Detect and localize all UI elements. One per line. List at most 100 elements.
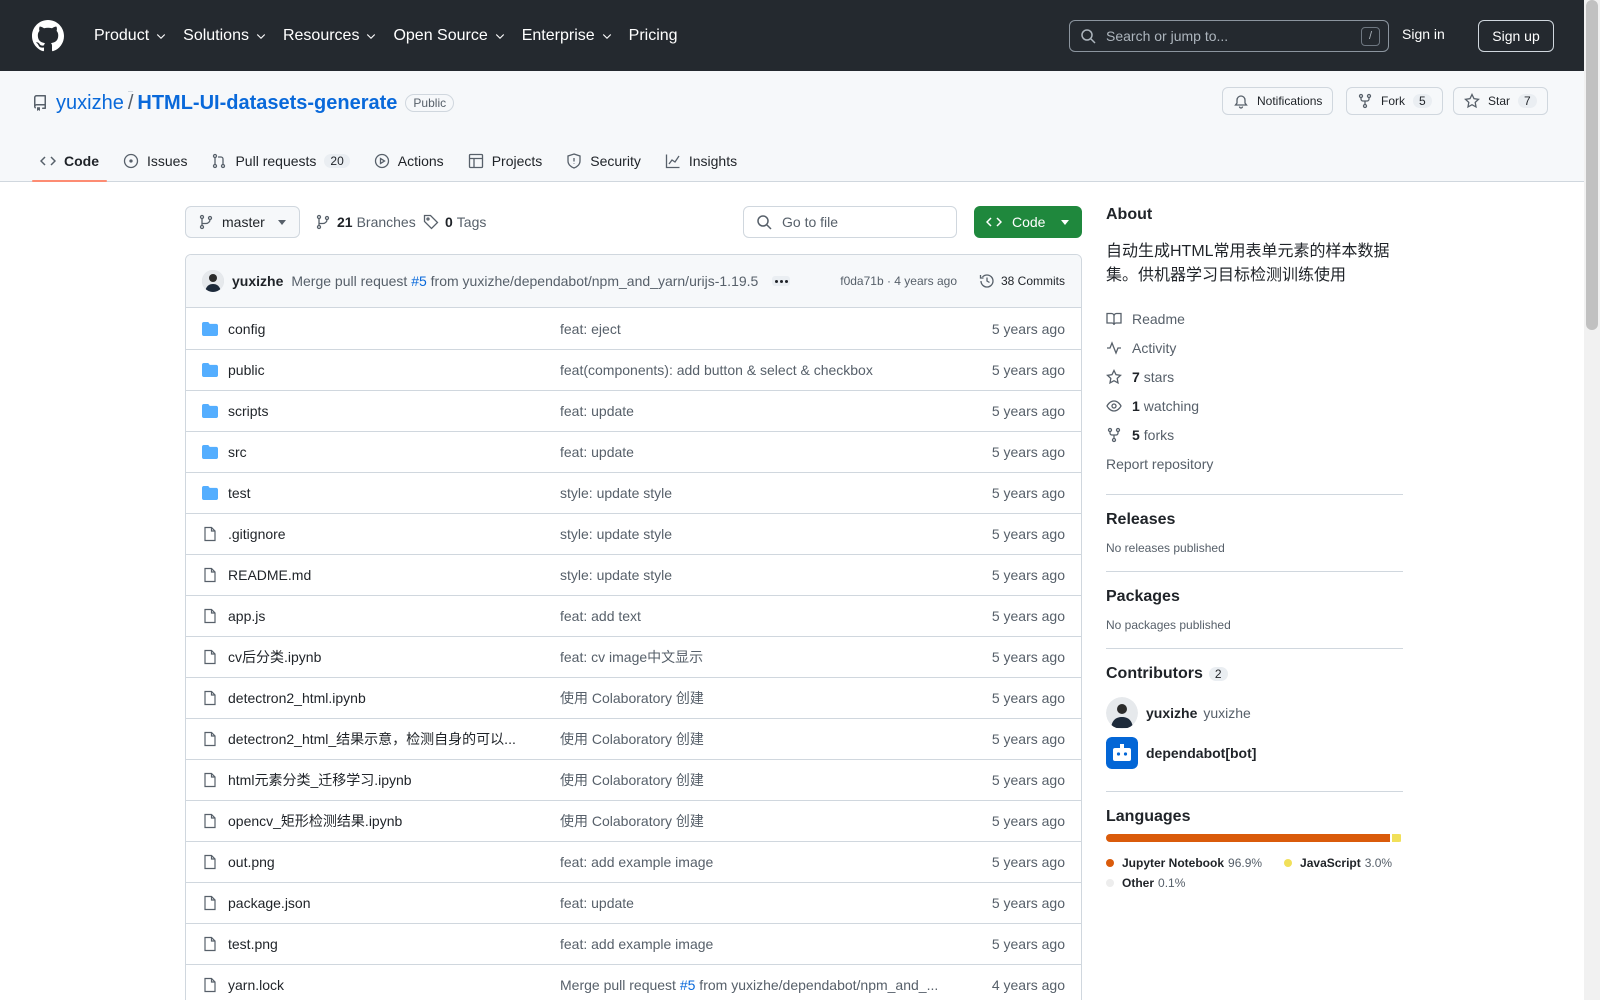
fork-button[interactable]: Fork 5 xyxy=(1346,87,1443,115)
nav-enterprise[interactable]: Enterprise xyxy=(514,16,621,56)
file-name-link[interactable]: out.png xyxy=(228,854,568,870)
tab-issues[interactable]: Issues xyxy=(115,141,195,181)
file-commit-message[interactable]: feat: update xyxy=(560,895,948,911)
file-name-link[interactable]: detectron2_html.ipynb xyxy=(228,690,568,706)
nav-product[interactable]: Product xyxy=(86,16,175,56)
sign-up-button[interactable]: Sign up xyxy=(1478,20,1554,52)
file-commit-message[interactable]: feat: cv image中文显示 xyxy=(560,647,948,667)
commit-pr-link[interactable]: #5 xyxy=(411,273,427,289)
file-commit-message[interactable]: feat: eject xyxy=(560,321,948,337)
commits-history-link[interactable]: 38 Commits xyxy=(979,273,1065,289)
language-item[interactable]: JavaScript 3.0% xyxy=(1284,856,1392,870)
file-row[interactable]: html元素分类_迁移学习.ipynb 使用 Colaboratory 创建 5 y… xyxy=(186,759,1081,800)
tab-code[interactable]: Code xyxy=(32,141,107,182)
file-row[interactable]: test style: update style 5 years ago xyxy=(186,472,1081,513)
avatar[interactable] xyxy=(202,270,224,292)
github-logo-icon[interactable] xyxy=(32,19,64,52)
file-row[interactable]: package.json feat: update 5 years ago xyxy=(186,882,1081,923)
tab-actions[interactable]: Actions xyxy=(366,141,452,181)
file-commit-message[interactable]: feat: update xyxy=(560,444,948,460)
language-item[interactable]: Jupyter Notebook 96.9% xyxy=(1106,856,1262,870)
branch-selector[interactable]: master xyxy=(185,206,300,238)
file-commit-message[interactable]: 使用 Colaboratory 创建 xyxy=(560,770,948,790)
file-name-link[interactable]: scripts xyxy=(228,403,568,419)
file-name-link[interactable]: opencv_矩形检测结果.ipynb xyxy=(228,811,568,831)
file-name-link[interactable]: html元素分类_迁移学习.ipynb xyxy=(228,770,568,790)
file-name-link[interactable]: README.md xyxy=(228,567,568,583)
file-row[interactable]: detectron2_html.ipynb 使用 Colaboratory 创建 5… xyxy=(186,677,1081,718)
stars-link[interactable]: 7 stars xyxy=(1106,362,1403,391)
file-name-link[interactable]: src xyxy=(228,444,568,460)
file-commit-message[interactable]: feat: add example image xyxy=(560,936,948,952)
releases-heading[interactable]: Releases xyxy=(1106,511,1403,529)
file-commit-message[interactable]: 使用 Colaboratory 创建 xyxy=(560,688,948,708)
nav-resources[interactable]: Resources xyxy=(275,16,385,56)
file-row[interactable]: cv后分类.ipynb feat: cv image中文显示 5 years ago xyxy=(186,636,1081,677)
commit-message[interactable]: Merge pull request #5 from yuxizhe/depen… xyxy=(291,273,758,289)
file-row[interactable]: public feat(components): add button & sel… xyxy=(186,349,1081,390)
file-name-link[interactable]: app.js xyxy=(228,608,568,624)
file-name-link[interactable]: test xyxy=(228,485,568,501)
file-name-link[interactable]: config xyxy=(228,321,568,337)
commit-pr-link[interactable]: #5 xyxy=(680,977,696,993)
tab-insights[interactable]: Insights xyxy=(657,141,745,181)
file-name-link[interactable]: package.json xyxy=(228,895,568,911)
sign-in-link[interactable]: Sign in xyxy=(1402,26,1445,42)
go-to-file-input[interactable]: Go to file xyxy=(743,206,957,238)
file-commit-message[interactable]: style: update style xyxy=(560,526,948,542)
tags-link[interactable]: 0 Tags xyxy=(423,214,486,230)
file-name-link[interactable]: .gitignore xyxy=(228,526,568,542)
nav-open-source[interactable]: Open Source xyxy=(385,16,513,56)
file-row[interactable]: out.png feat: add example image 5 years ag… xyxy=(186,841,1081,882)
file-row[interactable]: .gitignore style: update style 5 years ago xyxy=(186,513,1081,554)
repo-name-link[interactable]: HTML-UI-datasets-generate xyxy=(137,92,397,115)
file-commit-message[interactable]: 使用 Colaboratory 创建 xyxy=(560,811,948,831)
scrollbar[interactable] xyxy=(1584,0,1600,1000)
nav-pricing[interactable]: Pricing xyxy=(621,16,686,56)
nav-solutions[interactable]: Solutions xyxy=(175,16,275,56)
file-commit-message[interactable]: feat: add text xyxy=(560,608,948,624)
packages-heading[interactable]: Packages xyxy=(1106,588,1403,606)
readme-link[interactable]: Readme xyxy=(1106,304,1403,333)
global-search-input[interactable]: Search or jump to... / xyxy=(1069,20,1389,52)
file-row[interactable]: detectron2_html_结果示意，检测自身的可以... 使用 Colabo… xyxy=(186,718,1081,759)
branches-link[interactable]: 21 Branches xyxy=(315,214,416,230)
file-commit-message[interactable]: Merge pull request #5 from yuxizhe/depen… xyxy=(560,977,948,993)
watching-link[interactable]: 1 watching xyxy=(1106,391,1403,420)
file-commit-message[interactable]: 使用 Colaboratory 创建 xyxy=(560,729,948,749)
language-item[interactable]: Other 0.1% xyxy=(1106,876,1185,890)
scrollbar-thumb[interactable] xyxy=(1586,0,1598,330)
contributors-heading[interactable]: Contributors 2 xyxy=(1106,665,1403,683)
file-name-link[interactable]: public xyxy=(228,362,568,378)
file-name-link[interactable]: yarn.lock xyxy=(228,977,568,993)
forks-link[interactable]: 5 forks xyxy=(1106,420,1403,449)
activity-link[interactable]: Activity xyxy=(1106,333,1403,362)
commit-expand-button[interactable] xyxy=(772,276,791,286)
file-row[interactable]: scripts feat: update 5 years ago xyxy=(186,390,1081,431)
star-button[interactable]: Star 7 xyxy=(1453,87,1548,115)
file-commit-message[interactable]: style: update style xyxy=(560,567,948,583)
tab-pull-requests[interactable]: Pull requests 20 xyxy=(203,141,357,181)
contributor-item[interactable]: yuxizhe yuxizhe xyxy=(1106,697,1403,729)
file-row[interactable]: test.png feat: add example image 5 years a… xyxy=(186,923,1081,964)
tab-projects[interactable]: Projects xyxy=(460,141,551,181)
file-name-link[interactable]: test.png xyxy=(228,936,568,952)
commit-author[interactable]: yuxizhe xyxy=(232,273,283,289)
repo-owner-link[interactable]: yuxizhe xyxy=(56,92,124,115)
file-row[interactable]: yarn.lock Merge pull request #5 from yuxi… xyxy=(186,964,1081,1000)
file-commit-message[interactable]: feat: add example image xyxy=(560,854,948,870)
notifications-button[interactable]: Notifications xyxy=(1222,87,1334,115)
tab-security[interactable]: Security xyxy=(558,141,649,181)
report-repository-link[interactable]: Report repository xyxy=(1106,449,1403,478)
contributor-item[interactable]: dependabot[bot] xyxy=(1106,737,1403,769)
code-dropdown-button[interactable]: Code xyxy=(974,206,1082,238)
file-commit-message[interactable]: feat(components): add button & select & … xyxy=(560,362,948,378)
file-row[interactable]: app.js feat: add text 5 years ago xyxy=(186,595,1081,636)
file-row[interactable]: config feat: eject 5 years ago xyxy=(186,308,1081,349)
file-name-link[interactable]: detectron2_html_结果示意，检测自身的可以... xyxy=(228,729,568,749)
file-commit-message[interactable]: feat: update xyxy=(560,403,948,419)
file-commit-message[interactable]: style: update style xyxy=(560,485,948,501)
commit-sha[interactable]: f0da71b · 4 years ago xyxy=(840,274,957,288)
file-name-link[interactable]: cv后分类.ipynb xyxy=(228,647,568,667)
file-row[interactable]: opencv_矩形检测结果.ipynb 使用 Colaboratory 创建 5 y… xyxy=(186,800,1081,841)
